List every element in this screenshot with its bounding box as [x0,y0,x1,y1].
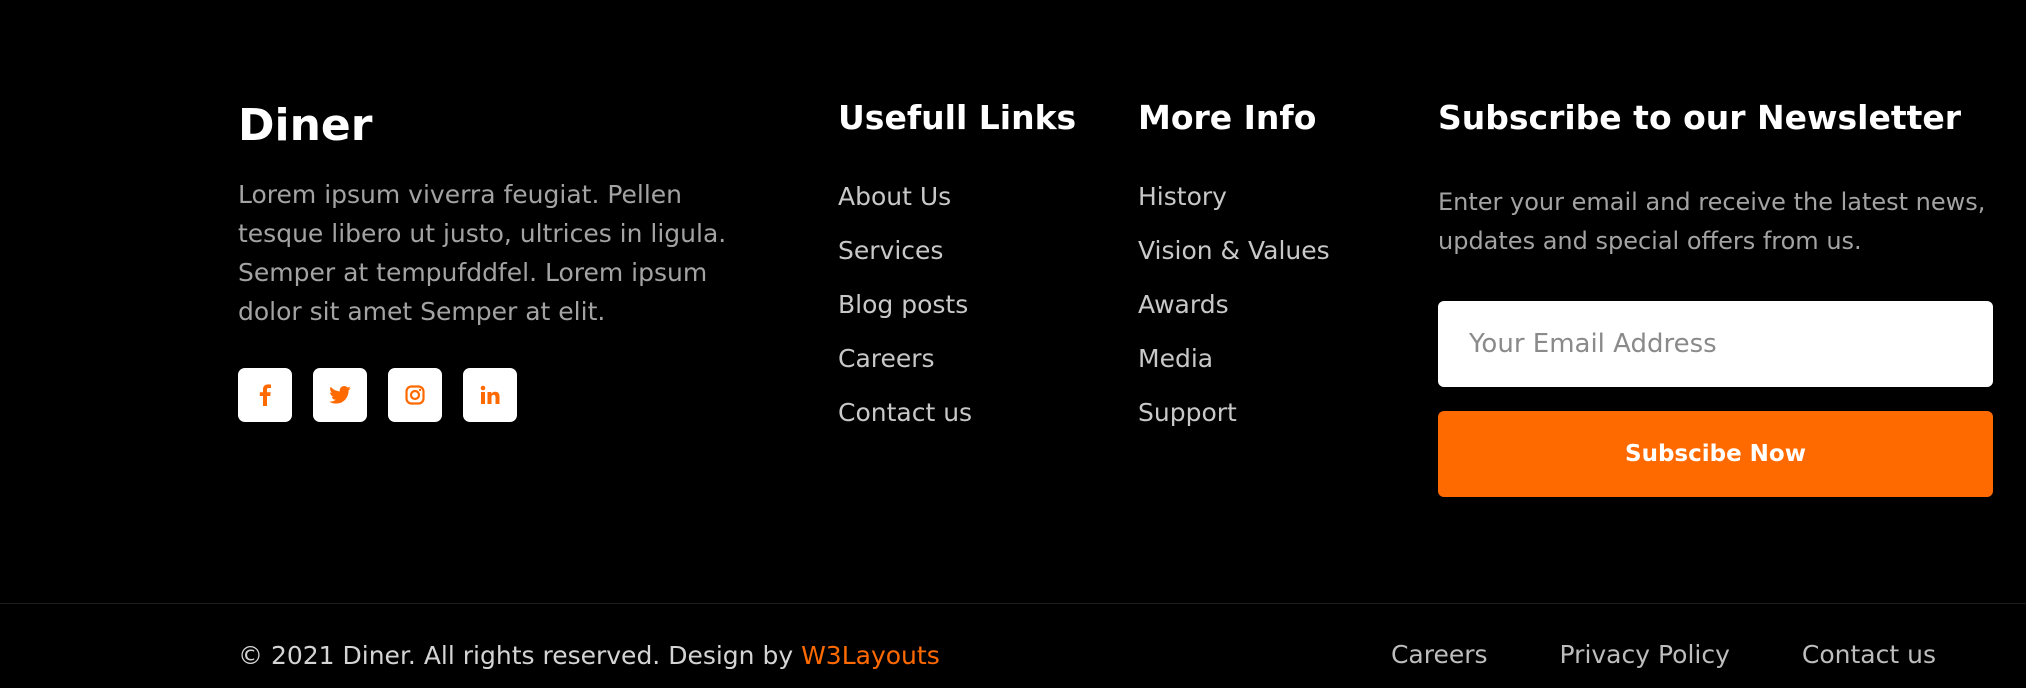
linkedin-icon [480,385,500,405]
link-contact-us[interactable]: Contact us [838,398,1076,428]
link-careers[interactable]: Careers [838,344,1076,374]
useful-links-column: Usefull Links About Us Services Blog pos… [838,98,1076,452]
footer-divider [0,603,2026,604]
brand-column: Diner Lorem ipsum viverra feugiat. Pelle… [238,98,758,331]
newsletter-heading: Subscribe to our Newsletter [1438,98,1962,137]
link-media[interactable]: Media [1138,344,1330,374]
link-vision-values[interactable]: Vision & Values [1138,236,1330,266]
twitter-icon [329,386,351,404]
footer-section: Diner Lorem ipsum viverra feugiat. Pelle… [0,0,2026,688]
useful-links-heading: Usefull Links [838,98,1077,137]
more-info-column: More Info History Vision & Values Awards… [1138,98,1330,452]
instagram-button[interactable] [388,368,442,422]
link-services[interactable]: Services [838,236,1076,266]
useful-links-list: About Us Services Blog posts Careers Con… [838,182,1076,428]
email-input[interactable] [1438,301,1993,387]
more-info-heading: More Info [1138,98,1317,137]
newsletter-description: Enter your email and receive the latest … [1438,188,1986,255]
link-blog-posts[interactable]: Blog posts [838,290,1076,320]
bottom-nav: Careers Privacy Policy Contact us [1391,638,1936,672]
bottom-link-contact-us[interactable]: Contact us [1802,638,1936,672]
copyright: © 2021 Diner. All rights reserved. Desig… [238,639,940,673]
link-awards[interactable]: Awards [1138,290,1330,320]
brand-description: Lorem ipsum viverra feugiat. Pellen tesq… [238,180,727,326]
copyright-text: © 2021 Diner. All rights reserved. Desig… [238,641,802,670]
twitter-button[interactable] [313,368,367,422]
facebook-icon [259,384,271,406]
bottom-link-privacy-policy[interactable]: Privacy Policy [1560,638,1730,672]
social-links [238,368,517,422]
bottom-link-careers[interactable]: Careers [1391,638,1488,672]
facebook-button[interactable] [238,368,292,422]
designer-link[interactable]: W3Layouts [801,641,940,670]
newsletter-column: Subscribe to our Newsletter Enter your e… [1438,98,1993,497]
brand-title: Diner [238,100,373,151]
link-support[interactable]: Support [1138,398,1330,428]
subscribe-button[interactable]: Subscibe Now [1438,411,1993,497]
link-about-us[interactable]: About Us [838,182,1076,212]
more-info-list: History Vision & Values Awards Media Sup… [1138,182,1330,428]
link-history[interactable]: History [1138,182,1330,212]
instagram-icon [405,385,425,405]
linkedin-button[interactable] [463,368,517,422]
